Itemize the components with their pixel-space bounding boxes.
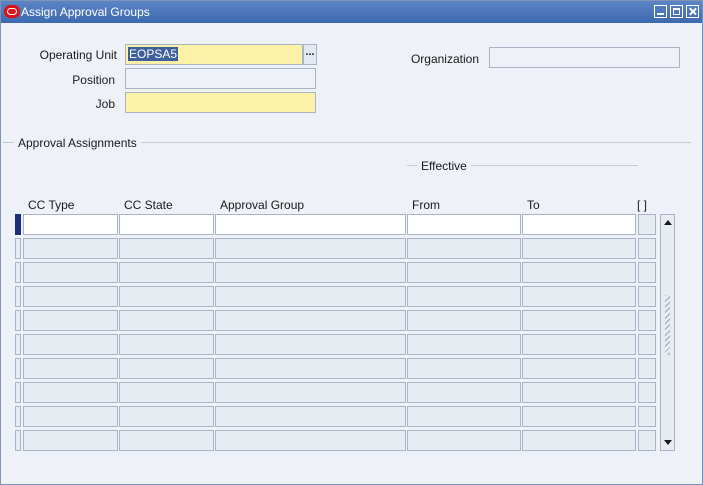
cell-to[interactable]	[522, 382, 636, 403]
row-indicator[interactable]	[15, 334, 21, 355]
cell-cc-type[interactable]	[23, 310, 118, 331]
column-header-approval-group: Approval Group	[220, 198, 305, 212]
row-indicator[interactable]	[15, 286, 21, 307]
cell-from[interactable]	[407, 214, 521, 235]
cell-cc-type[interactable]	[23, 214, 118, 235]
cell-cc-state[interactable]	[119, 382, 214, 403]
column-header-to: To	[527, 198, 540, 212]
operating-unit-value: EOPSA5	[128, 47, 179, 61]
cell-flex[interactable]	[638, 262, 656, 283]
cell-to[interactable]	[522, 358, 636, 379]
operating-unit-lov-button[interactable]: ...	[303, 44, 317, 65]
column-header-cc-state: CC State	[124, 198, 173, 212]
cell-flex[interactable]	[638, 214, 656, 235]
position-field[interactable]	[125, 68, 316, 89]
cell-cc-type[interactable]	[23, 406, 118, 427]
cell-from[interactable]	[407, 286, 521, 307]
cell-cc-state[interactable]	[119, 334, 214, 355]
title-bar: Assign Approval Groups	[1, 1, 702, 23]
cell-from[interactable]	[407, 382, 521, 403]
cell-approval-group[interactable]	[215, 382, 406, 403]
maximize-button[interactable]	[670, 5, 683, 18]
scroll-down-arrow-icon[interactable]	[664, 440, 672, 445]
cell-approval-group[interactable]	[215, 214, 406, 235]
cell-flex[interactable]	[638, 310, 656, 331]
row-indicator[interactable]	[15, 358, 21, 379]
cell-from[interactable]	[407, 238, 521, 259]
cell-cc-type[interactable]	[23, 382, 118, 403]
position-label: Position	[72, 73, 115, 87]
cell-flex[interactable]	[638, 238, 656, 259]
cell-to[interactable]	[522, 262, 636, 283]
oracle-logo-icon	[4, 5, 20, 18]
cell-from[interactable]	[407, 310, 521, 331]
row-indicator[interactable]	[15, 214, 21, 235]
scroll-up-arrow-icon[interactable]	[664, 220, 672, 225]
minimize-button[interactable]	[654, 5, 667, 18]
cell-flex[interactable]	[638, 406, 656, 427]
cell-approval-group[interactable]	[215, 358, 406, 379]
column-header-from: From	[412, 198, 440, 212]
cell-to[interactable]	[522, 238, 636, 259]
cell-approval-group[interactable]	[215, 406, 406, 427]
cell-cc-type[interactable]	[23, 430, 118, 451]
organization-field	[489, 47, 680, 68]
cell-cc-state[interactable]	[119, 430, 214, 451]
cell-to[interactable]	[522, 286, 636, 307]
effective-label: Effective	[417, 159, 471, 173]
cell-cc-state[interactable]	[119, 310, 214, 331]
section-title: Approval Assignments	[14, 136, 141, 150]
cell-cc-state[interactable]	[119, 214, 214, 235]
cell-from[interactable]	[407, 358, 521, 379]
cell-cc-state[interactable]	[119, 238, 214, 259]
operating-unit-field[interactable]: EOPSA5	[125, 44, 303, 65]
window-title: Assign Approval Groups	[21, 5, 150, 19]
row-indicator[interactable]	[15, 430, 21, 451]
cell-flex[interactable]	[638, 382, 656, 403]
cell-cc-type[interactable]	[23, 334, 118, 355]
cell-to[interactable]	[522, 310, 636, 331]
scroll-thumb[interactable]	[665, 295, 670, 355]
row-indicator[interactable]	[15, 262, 21, 283]
close-button[interactable]	[686, 5, 699, 18]
cell-cc-state[interactable]	[119, 358, 214, 379]
cell-to[interactable]	[522, 214, 636, 235]
vertical-scrollbar[interactable]	[660, 214, 675, 451]
operating-unit-label: Operating Unit	[39, 48, 117, 62]
cell-approval-group[interactable]	[215, 430, 406, 451]
cell-flex[interactable]	[638, 430, 656, 451]
row-indicator[interactable]	[15, 406, 21, 427]
cell-approval-group[interactable]	[215, 238, 406, 259]
row-indicator[interactable]	[15, 310, 21, 331]
assign-approval-groups-window: Assign Approval Groups Operating Unit EO…	[0, 0, 703, 485]
cell-approval-group[interactable]	[215, 286, 406, 307]
cell-to[interactable]	[522, 406, 636, 427]
organization-label: Organization	[410, 52, 479, 66]
cell-cc-state[interactable]	[119, 406, 214, 427]
cell-cc-type[interactable]	[23, 262, 118, 283]
cell-flex[interactable]	[638, 358, 656, 379]
cell-from[interactable]	[407, 406, 521, 427]
cell-cc-type[interactable]	[23, 286, 118, 307]
cell-approval-group[interactable]	[215, 310, 406, 331]
cell-approval-group[interactable]	[215, 334, 406, 355]
job-field[interactable]	[125, 92, 316, 113]
cell-from[interactable]	[407, 334, 521, 355]
cell-from[interactable]	[407, 430, 521, 451]
row-indicator[interactable]	[15, 238, 21, 259]
cell-cc-type[interactable]	[23, 358, 118, 379]
cell-flex[interactable]	[638, 286, 656, 307]
job-label: Job	[95, 97, 115, 111]
column-header-flex: [ ]	[637, 198, 648, 212]
cell-cc-state[interactable]	[119, 262, 214, 283]
row-indicator[interactable]	[15, 382, 21, 403]
cell-approval-group[interactable]	[215, 262, 406, 283]
cell-to[interactable]	[522, 430, 636, 451]
cell-to[interactable]	[522, 334, 636, 355]
cell-from[interactable]	[407, 262, 521, 283]
cell-flex[interactable]	[638, 334, 656, 355]
cell-cc-type[interactable]	[23, 238, 118, 259]
cell-cc-state[interactable]	[119, 286, 214, 307]
column-header-cc-type: CC Type	[28, 198, 75, 212]
